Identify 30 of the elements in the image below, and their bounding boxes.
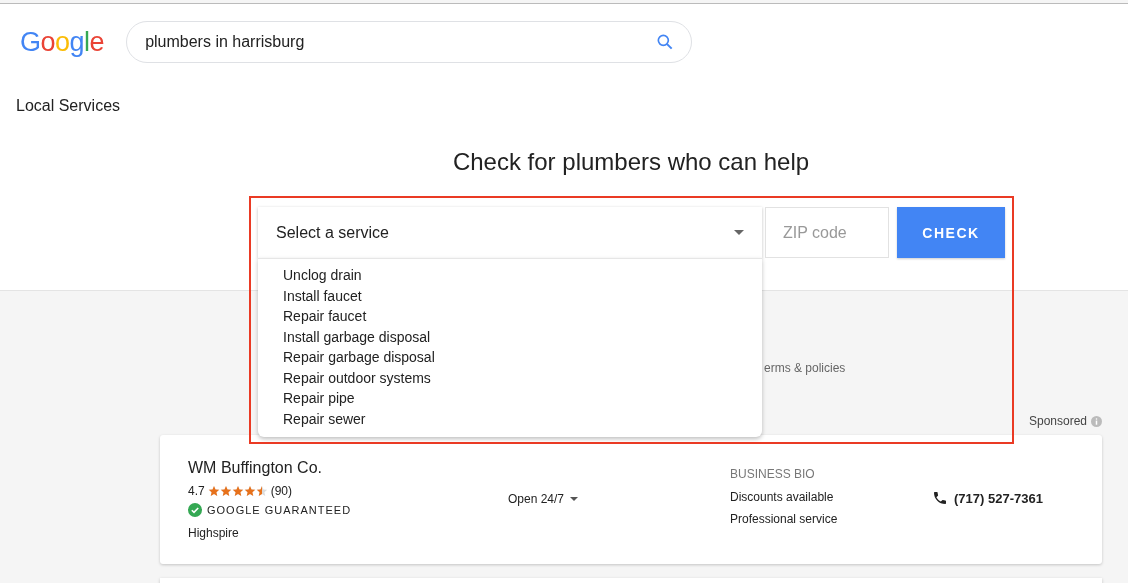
check-icon bbox=[188, 503, 202, 517]
dropdown-option[interactable]: Repair faucet bbox=[258, 306, 762, 327]
caret-icon bbox=[570, 497, 579, 501]
guarantee-label: GOOGLE GUARANTEED bbox=[207, 504, 352, 516]
bio-label: BUSINESS BIO bbox=[730, 467, 816, 481]
caret-icon bbox=[734, 230, 744, 235]
business-name[interactable]: WM Buffington Co. bbox=[188, 459, 508, 477]
dropdown-option[interactable]: Repair sewer bbox=[258, 408, 762, 429]
review-count: (90) bbox=[270, 484, 293, 498]
dropdown-option[interactable]: Repair outdoor systems bbox=[258, 367, 762, 388]
sponsored-label: Sponsored bbox=[1028, 414, 1087, 428]
phone-link[interactable]: (717) 527-7361 bbox=[932, 459, 1102, 506]
rating-value: 4.7 bbox=[188, 484, 205, 498]
terms-link[interactable]: erms & policies bbox=[764, 361, 846, 375]
dropdown-option[interactable]: Repair garbage disposal bbox=[258, 347, 762, 368]
info-icon[interactable] bbox=[1091, 415, 1102, 427]
hours-dropdown[interactable]: Open 24/7 bbox=[508, 459, 730, 506]
section-title: Local Services bbox=[15, 96, 122, 115]
bio-item: Discounts available bbox=[730, 490, 835, 504]
logo[interactable]: Google bbox=[20, 26, 105, 58]
dropdown-option[interactable]: Unclog drain bbox=[258, 265, 762, 286]
dropdown-option[interactable]: Repair pipe bbox=[258, 388, 762, 409]
location: Highspire bbox=[188, 526, 240, 540]
dropdown-option[interactable]: Install faucet bbox=[258, 285, 762, 306]
bio-item: Professional service bbox=[730, 512, 839, 526]
dropdown-option[interactable]: Install garbage disposal bbox=[258, 326, 762, 347]
check-button[interactable]: CHECK bbox=[897, 207, 1005, 258]
heading: Check for plumbers who can help bbox=[451, 148, 811, 176]
listing-card[interactable]: WM Buffington Co. 4.7 (90) GOOGLE GUARANTEED Highspire Open 24/7 BUSINESS BIO Discounts available Professional service (717) 527-7361 bbox=[160, 435, 1102, 564]
phone-icon bbox=[932, 490, 948, 506]
